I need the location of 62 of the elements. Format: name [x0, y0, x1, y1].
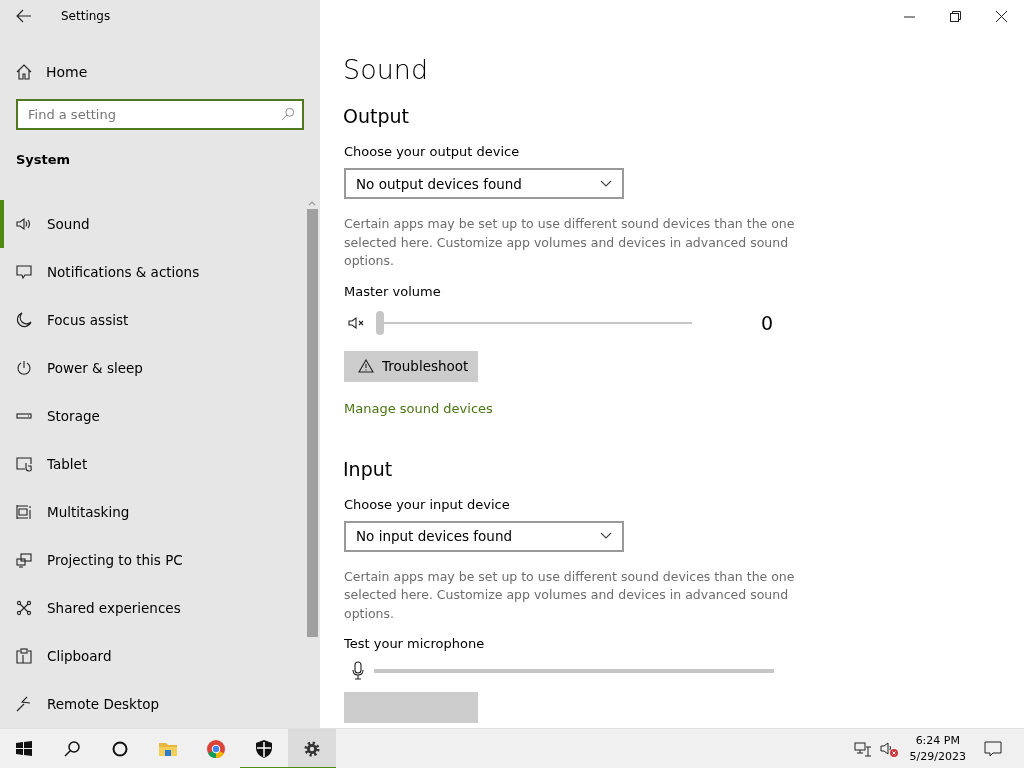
- sidebar-item[interactable]: Shared experiences: [0, 584, 320, 632]
- sidebar-item[interactable]: Projecting to this PC: [0, 536, 320, 584]
- close-icon: [995, 10, 1007, 22]
- manage-devices-link[interactable]: Manage sound devices: [344, 400, 493, 416]
- slider-label: Master volume: [344, 283, 442, 299]
- sidebar-item[interactable]: Power & sleep: [0, 344, 320, 392]
- restore-icon: [949, 10, 961, 22]
- window-title: Settings: [61, 8, 111, 23]
- field-label: Choose your output device: [344, 144, 521, 159]
- search-field[interactable]: Find a setting: [16, 99, 304, 130]
- windows-logo-icon: [14, 738, 34, 759]
- speaker-icon: [16, 216, 32, 232]
- meter-label: Test your microphone: [344, 636, 486, 651]
- taskbar-button[interactable]: [288, 728, 336, 768]
- sidebar-item[interactable]: Remote Desktop: [0, 680, 320, 728]
- network-icon[interactable]: [853, 739, 872, 758]
- home-link[interactable]: Home: [0, 54, 320, 89]
- chevron-down-icon: [600, 179, 612, 188]
- clipboard-icon: [16, 648, 32, 664]
- volume-slider[interactable]: [376, 310, 692, 335]
- speech-bubble-icon: [16, 264, 32, 280]
- troubleshoot-button[interactable]: Troubleshoot: [344, 350, 478, 382]
- chrome-icon: [206, 738, 226, 759]
- sidebar-item[interactable]: Tablet: [0, 440, 320, 488]
- warning-icon: [358, 359, 374, 373]
- volume-value: 0: [761, 311, 774, 334]
- sidebar-item[interactable]: Focus assist: [0, 296, 320, 344]
- section-heading: System: [16, 152, 72, 167]
- field-label: Choose your input device: [344, 496, 511, 512]
- search-icon: [281, 107, 295, 121]
- page-title: Sound: [343, 54, 430, 85]
- scrollbar-thumb[interactable]: [307, 209, 318, 637]
- tablet-icon: [16, 456, 32, 472]
- shield-icon: [254, 738, 274, 759]
- slider-thumb[interactable]: [376, 310, 384, 335]
- back-icon[interactable]: [16, 7, 32, 24]
- description-text: Certain apps may be set up to use different sound devices than the one selected here. Customize app volumes and devices in advanced sound options.: [344, 567, 796, 623]
- power-icon: [16, 360, 32, 376]
- search-icon: [62, 738, 82, 759]
- chevron-down-icon: [600, 532, 612, 540]
- action-center-icon[interactable]: [984, 739, 1002, 758]
- clock-time: 6:24 PM: [915, 732, 960, 749]
- monitors-icon: [16, 552, 32, 568]
- home-icon: [16, 63, 32, 80]
- moon-icon: [16, 312, 32, 328]
- remote-desktop-icon: [16, 696, 32, 712]
- clock-date: 5/29/2023: [909, 748, 966, 765]
- clock[interactable]: 6:24 PM 5/29/2023: [909, 732, 966, 765]
- muted-speaker-icon[interactable]: [346, 314, 366, 331]
- network-nodes-icon: [16, 600, 32, 616]
- speaker-error-icon[interactable]: [879, 739, 898, 758]
- device-dropdown[interactable]: No output devices found: [344, 168, 624, 199]
- section-heading: Output: [343, 105, 410, 127]
- multitasking-icon: [16, 504, 32, 520]
- section-heading: Input: [343, 457, 394, 480]
- sidebar-item[interactable]: Notifications & actions: [0, 248, 320, 296]
- sidebar-item[interactable]: Multitasking: [0, 488, 320, 536]
- description-text: Certain apps may be set up to use different sound devices than the one selected here. Customize app volumes and devices in advanced sound options.: [344, 215, 796, 270]
- sidebar-item[interactable]: Storage: [0, 392, 320, 440]
- sidebar-item[interactable]: Clipboard: [0, 632, 320, 680]
- device-dropdown[interactable]: No input devices found: [344, 520, 624, 552]
- microphone-icon: [351, 661, 365, 681]
